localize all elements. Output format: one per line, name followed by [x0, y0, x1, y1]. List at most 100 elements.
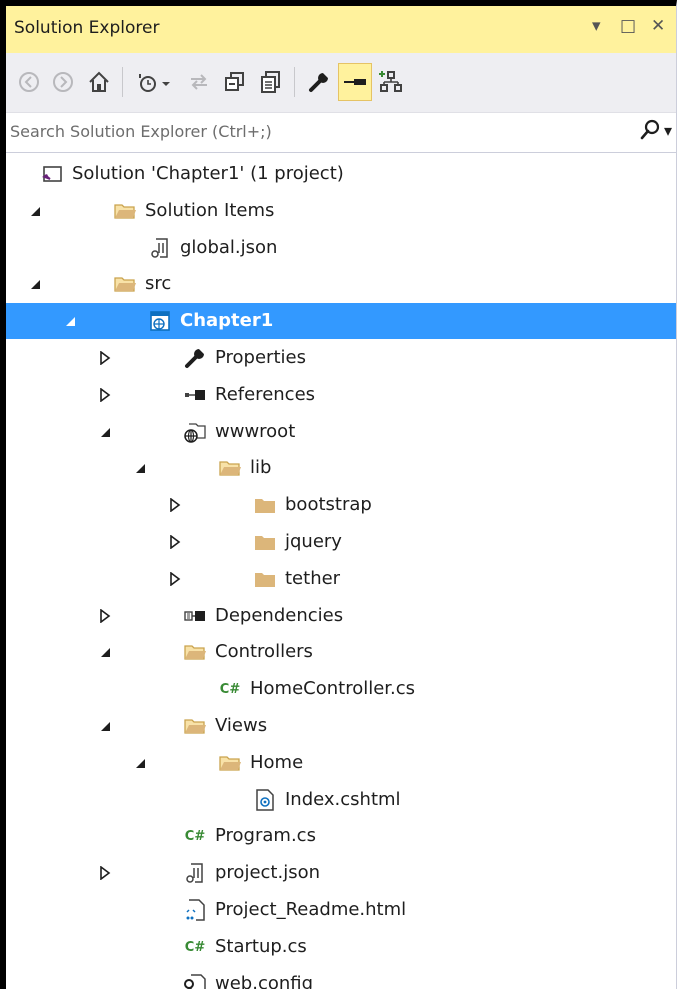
show-all-files-button[interactable] — [254, 63, 288, 101]
tree-row-startup-cs[interactable]: C# Startup.cs — [6, 929, 676, 965]
tree-item-label: src — [145, 273, 172, 294]
collapse-all-icon — [225, 72, 244, 91]
tree-row-home[interactable]: Home — [6, 745, 676, 781]
tree-row-views[interactable]: Views — [6, 708, 676, 744]
references-icon — [183, 383, 207, 407]
view-class-diagram-button[interactable] — [374, 63, 408, 101]
collapsed-arrow-icon[interactable] — [98, 349, 112, 367]
tree-item-label: Home — [250, 752, 304, 773]
expanded-arrow-icon[interactable] — [63, 312, 77, 330]
tree-row-wwwroot[interactable]: wwwroot — [6, 414, 676, 450]
tree-item-label: Startup.cs — [215, 936, 307, 957]
tree-item-label: global.json — [180, 237, 278, 258]
tree-item-label: Project_Readme.html — [215, 899, 407, 920]
tree-row-program-cs[interactable]: C# Program.cs — [6, 818, 676, 854]
search-input[interactable] — [10, 122, 610, 141]
tree-item-label: Index.cshtml — [285, 789, 401, 810]
folder-icon — [253, 567, 277, 591]
json-file-icon — [148, 236, 172, 260]
tree-row-bootstrap[interactable]: bootstrap — [6, 487, 676, 523]
sync-button[interactable] — [182, 63, 216, 101]
tree-row-web-config[interactable]: web.config — [6, 966, 676, 989]
close-icon[interactable]: ✕ — [651, 16, 665, 36]
expanded-arrow-icon[interactable] — [28, 275, 42, 293]
expanded-arrow-icon[interactable] — [133, 459, 147, 477]
tree-item-label: Controllers — [215, 641, 313, 662]
globe-folder-icon — [183, 420, 207, 444]
tree-item-label: Solution Items — [145, 200, 275, 221]
collapsed-arrow-icon[interactable] — [168, 533, 182, 551]
tree-row-global-json[interactable]: global.json — [6, 230, 676, 266]
sync-icon — [191, 74, 207, 90]
tree-row-references[interactable]: References — [6, 377, 676, 413]
config-file-icon — [183, 972, 207, 989]
panel-title: Solution Explorer — [14, 18, 160, 38]
tree-row-properties[interactable]: Properties — [6, 340, 676, 376]
tree-row-src[interactable]: src — [6, 266, 676, 302]
solution-explorer-panel: Solution Explorer ▾ □ ✕ Search Solution … — [0, 0, 677, 989]
html-file-icon — [183, 898, 207, 922]
preview-selected-button[interactable] — [338, 63, 372, 101]
tree-row-homecontroller-cs[interactable]: C# HomeController.cs — [6, 671, 676, 707]
tree-row-jquery[interactable]: jquery — [6, 524, 676, 560]
expanded-arrow-icon[interactable] — [98, 423, 112, 441]
folder-open-icon — [183, 714, 207, 738]
expanded-arrow-icon[interactable] — [28, 202, 42, 220]
folder-open-icon — [218, 751, 242, 775]
folder-icon — [253, 530, 277, 554]
tree-item-label: Properties — [215, 347, 306, 368]
tree-row-solution-chapter1-1-project[interactable]: Solution 'Chapter1' (1 project) — [6, 156, 676, 192]
tree-item-label: Program.cs — [215, 825, 316, 846]
expanded-arrow-icon[interactable] — [98, 717, 112, 735]
clock-icon — [139, 74, 170, 92]
tree-row-index-cshtml[interactable]: Index.cshtml — [6, 782, 676, 818]
tree-item-label: tether — [285, 568, 341, 589]
tree-row-lib[interactable]: lib — [6, 450, 676, 486]
tree-item-label: Dependencies — [215, 605, 344, 626]
search-bar: ▾ — [6, 113, 676, 153]
tree-item-label: jquery — [285, 531, 342, 552]
wrench-icon — [183, 346, 207, 370]
tree-row-controllers[interactable]: Controllers — [6, 634, 676, 670]
pending-changes-filter-button[interactable] — [130, 63, 178, 101]
csharp-file-icon: C# — [184, 828, 206, 844]
folder-open-icon — [218, 456, 242, 480]
maximize-icon[interactable]: □ — [620, 16, 636, 36]
tree-item-label: Solution 'Chapter1' (1 project) — [72, 163, 344, 184]
tree-item-label: bootstrap — [285, 494, 372, 515]
arrow-right-icon — [53, 72, 73, 92]
web-project-icon — [148, 309, 172, 333]
search-icon[interactable] — [640, 119, 660, 146]
home-button[interactable] — [82, 63, 116, 101]
toolbar-separator — [122, 67, 123, 97]
collapsed-arrow-icon[interactable] — [98, 386, 112, 404]
folder-open-icon — [183, 640, 207, 664]
collapse-all-button[interactable] — [218, 63, 252, 101]
expanded-arrow-icon[interactable] — [98, 643, 112, 661]
collapsed-arrow-icon[interactable] — [168, 570, 182, 588]
preview-icon — [344, 79, 366, 85]
title-bar: Solution Explorer ▾ □ ✕ — [6, 6, 676, 53]
tree-row-project-json[interactable]: project.json — [6, 855, 676, 891]
json-file-icon — [183, 861, 207, 885]
folder-icon — [253, 493, 277, 517]
forward-button[interactable] — [46, 63, 80, 101]
tree-item-label: wwwroot — [215, 421, 296, 442]
properties-button[interactable] — [302, 63, 336, 101]
search-options-dropdown-icon[interactable]: ▾ — [664, 121, 672, 140]
tree-row-solution-items[interactable]: Solution Items — [6, 193, 676, 229]
tree-item-label: References — [215, 384, 316, 405]
home-icon — [89, 71, 109, 92]
tree-row-chapter1[interactable]: Chapter1 — [6, 303, 676, 339]
window-position-dropdown-icon[interactable]: ▾ — [592, 16, 601, 36]
expanded-arrow-icon[interactable] — [133, 754, 147, 772]
csharp-file-icon: C# — [184, 939, 206, 955]
tree-row-tether[interactable]: tether — [6, 561, 676, 597]
back-button[interactable] — [12, 63, 46, 101]
tree-row-dependencies[interactable]: Dependencies — [6, 598, 676, 634]
collapsed-arrow-icon[interactable] — [98, 607, 112, 625]
collapsed-arrow-icon[interactable] — [98, 864, 112, 882]
collapsed-arrow-icon[interactable] — [168, 496, 182, 514]
tree-row-project-readme-html[interactable]: Project_Readme.html — [6, 892, 676, 928]
toolbar-separator — [294, 67, 295, 97]
